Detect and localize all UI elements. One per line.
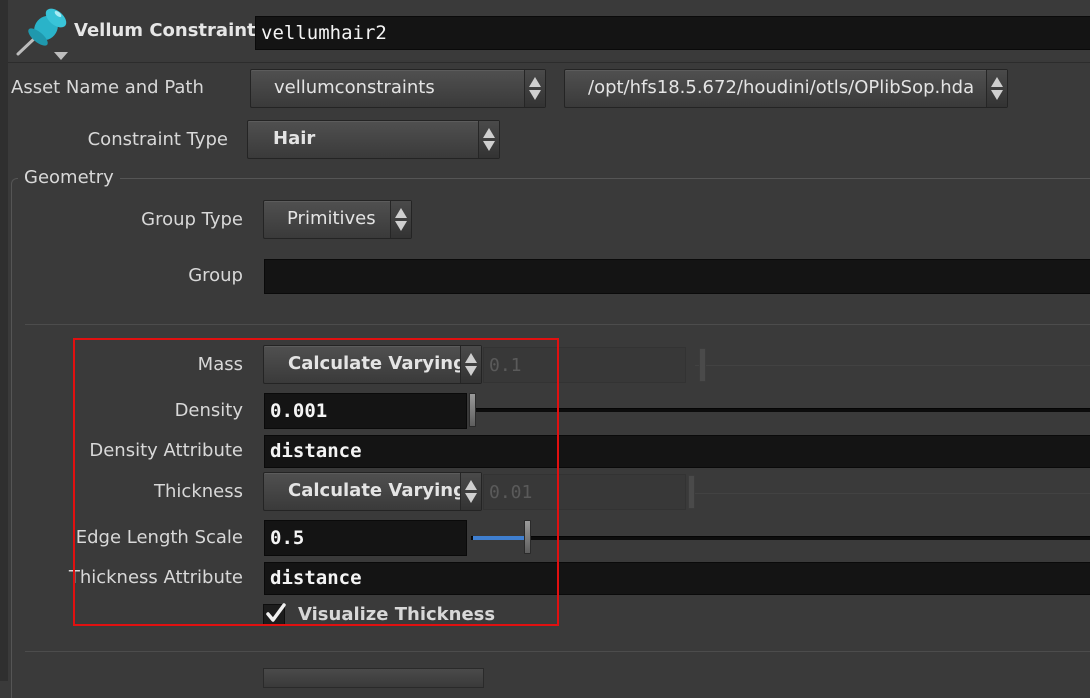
geometry-separator <box>25 324 1090 325</box>
group-label: Group <box>188 265 243 286</box>
group-type-value: Primitives <box>287 208 376 229</box>
constraint-type-value: Hair <box>273 128 316 149</box>
arrow-down-icon <box>991 90 1003 100</box>
asset-name-dropdown[interactable]: vellumconstraints <box>250 69 546 108</box>
arrow-down-icon <box>395 221 407 231</box>
node-icon-button[interactable] <box>12 4 72 62</box>
thickness-slider-track <box>690 492 1090 494</box>
mass-slider-handle <box>699 348 706 382</box>
highlight-box <box>73 338 559 626</box>
asset-label: Asset Name and Path <box>11 77 204 98</box>
arrow-up-icon <box>395 208 407 218</box>
chevron-down-icon <box>54 52 68 60</box>
node-name-input[interactable]: vellumhair2 <box>255 16 1090 50</box>
arrow-up-icon <box>529 77 541 87</box>
asset-name-arrows <box>524 70 545 107</box>
arrow-up-icon <box>483 128 495 138</box>
constraint-type-arrows <box>478 121 499 158</box>
constraint-type-label: Constraint Type <box>87 129 228 150</box>
asset-path-dropdown[interactable]: /opt/hfs18.5.672/houdini/otls/OPlibSop.h… <box>564 69 1008 108</box>
node-type-label: Vellum Constraints <box>74 20 267 41</box>
arrow-down-icon <box>483 141 495 151</box>
partial-dropdown[interactable] <box>263 668 484 688</box>
thickness-slider-handle <box>688 475 695 509</box>
group-type-arrows <box>390 201 411 238</box>
group-type-dropdown[interactable]: Primitives <box>263 200 412 239</box>
arrow-up-icon <box>991 77 1003 87</box>
arrow-down-icon <box>529 90 541 100</box>
edge-length-scale-slider-track[interactable] <box>471 536 1090 540</box>
lower-separator <box>25 651 1090 652</box>
constraint-type-dropdown[interactable]: Hair <box>247 120 500 159</box>
group-input[interactable] <box>264 259 1090 294</box>
left-gutter <box>0 0 8 681</box>
mass-slider-track <box>695 364 1090 366</box>
geometry-title: Geometry <box>18 167 120 188</box>
density-slider-track[interactable] <box>471 408 1090 412</box>
group-type-label: Group Type <box>141 209 243 230</box>
asset-name-value: vellumconstraints <box>274 77 435 98</box>
asset-path-value: /opt/hfs18.5.672/houdini/otls/OPlibSop.h… <box>588 77 975 98</box>
asset-path-arrows <box>986 70 1007 107</box>
top-separator <box>8 62 1090 63</box>
